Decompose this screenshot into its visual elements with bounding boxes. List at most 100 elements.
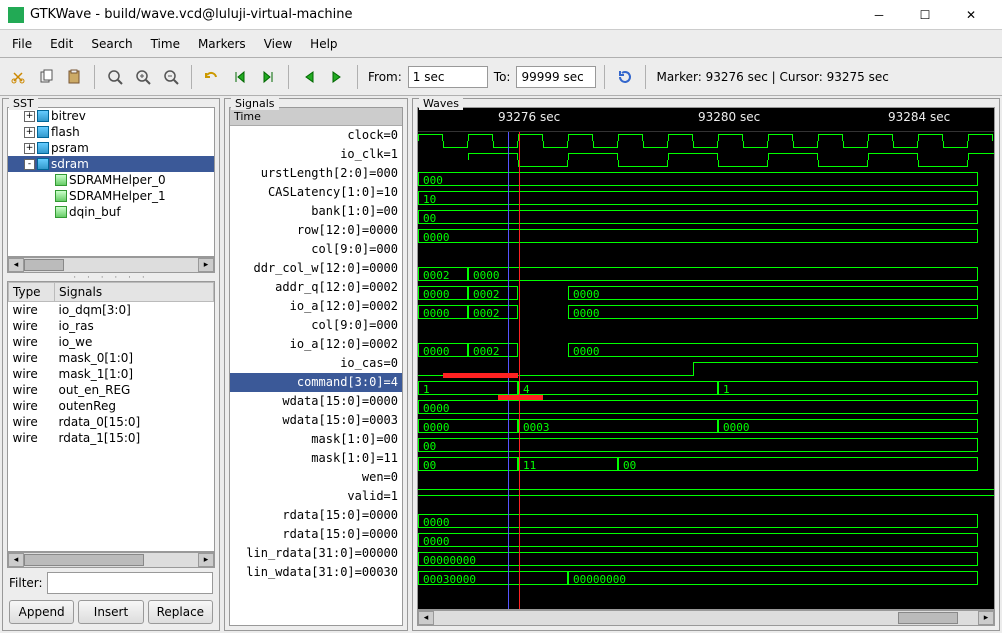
insert-button[interactable]: Insert	[78, 600, 143, 624]
menu-time[interactable]: Time	[143, 33, 188, 55]
signal-row[interactable]: wireout_en_REG	[9, 382, 214, 398]
expander-icon[interactable]: +	[24, 111, 35, 122]
next-edge-icon[interactable]	[325, 65, 349, 89]
signal-item[interactable]: command[3:0]=4	[230, 373, 402, 392]
tree-item-SDRAMHelper_1[interactable]: SDRAMHelper_1	[8, 188, 214, 204]
sash[interactable]: · · · · · ·	[7, 273, 215, 281]
marker-line[interactable]	[519, 132, 520, 609]
cut-icon[interactable]	[6, 65, 30, 89]
signal-item[interactable]: rdata[15:0]=0000	[230, 506, 402, 525]
signal-row[interactable]: wireio_dqm[3:0]	[9, 302, 214, 319]
tree-item-flash[interactable]: +flash	[8, 124, 214, 140]
signal-list[interactable]: Time clock=0io_clk=1urstLength[2:0]=000C…	[229, 107, 403, 626]
signal-item[interactable]: wdata[15:0]=0003	[230, 411, 402, 430]
signal-item[interactable]: valid=1	[230, 487, 402, 506]
seek-end-icon[interactable]	[256, 65, 280, 89]
from-input[interactable]	[408, 66, 488, 88]
menu-file[interactable]: File	[4, 33, 40, 55]
signal-item[interactable]: col[9:0]=000	[230, 316, 402, 335]
wave-track[interactable]: 141	[418, 379, 994, 398]
menu-markers[interactable]: Markers	[190, 33, 254, 55]
signal-item[interactable]: mask[1:0]=11	[230, 449, 402, 468]
wave-track[interactable]: 00	[418, 208, 994, 227]
wave-hscroll[interactable]: ◂▸	[417, 610, 995, 626]
signal-item[interactable]: io_a[12:0]=0002	[230, 297, 402, 316]
typesig-hscroll[interactable]: ◂▸	[7, 552, 215, 568]
signal-row[interactable]: wiremask_0[1:0]	[9, 350, 214, 366]
col-signals[interactable]: Signals	[55, 283, 214, 302]
wave-tracks[interactable]: 0001000000000020000000000020000000000020…	[418, 132, 994, 609]
wave-track[interactable]: 000000020000	[418, 341, 994, 360]
wave-track[interactable]: 00000000	[418, 550, 994, 569]
time-ruler[interactable]: 93276 sec93280 sec93284 sec	[418, 108, 994, 132]
zoom-in-icon[interactable]	[131, 65, 155, 89]
wave-track[interactable]	[418, 151, 994, 170]
tree-item-psram[interactable]: +psram	[8, 140, 214, 156]
wave-track[interactable]	[418, 132, 994, 151]
wave-track[interactable]: 0000	[418, 531, 994, 550]
wave-track[interactable]	[418, 474, 994, 493]
signal-row[interactable]: wirerdata_1[15:0]	[9, 430, 214, 446]
signal-item[interactable]: urstLength[2:0]=000	[230, 164, 402, 183]
hierarchy-tree[interactable]: +bitrev+flash+psram-sdramSDRAMHelper_0SD…	[7, 107, 215, 257]
prev-edge-icon[interactable]	[297, 65, 321, 89]
filter-input[interactable]	[47, 572, 213, 594]
wave-track[interactable]: 00020000	[418, 265, 994, 284]
signal-item[interactable]: lin_rdata[31:0]=00000	[230, 544, 402, 563]
signal-row[interactable]: wirerdata_0[15:0]	[9, 414, 214, 430]
signal-item[interactable]: bank[1:0]=00	[230, 202, 402, 221]
wave-track[interactable]: 001100	[418, 455, 994, 474]
to-input[interactable]	[516, 66, 596, 88]
signal-item[interactable]: row[12:0]=0000	[230, 221, 402, 240]
signal-item[interactable]: wdata[15:0]=0000	[230, 392, 402, 411]
tree-item-dqin_buf[interactable]: dqin_buf	[8, 204, 214, 220]
zoom-out-icon[interactable]	[159, 65, 183, 89]
signal-item[interactable]: col[9:0]=000	[230, 240, 402, 259]
tree-item-sdram[interactable]: -sdram	[8, 156, 214, 172]
paste-icon[interactable]	[62, 65, 86, 89]
copy-icon[interactable]	[34, 65, 58, 89]
signal-item[interactable]: mask[1:0]=00	[230, 430, 402, 449]
wave-track[interactable]: 0000	[418, 398, 994, 417]
wave-track[interactable]	[418, 246, 994, 265]
col-type[interactable]: Type	[9, 283, 55, 302]
wave-area[interactable]: 93276 sec93280 sec93284 sec 000100000000…	[417, 107, 995, 610]
wave-track[interactable]: 000	[418, 170, 994, 189]
expander-icon[interactable]: +	[24, 127, 35, 138]
append-button[interactable]: Append	[9, 600, 74, 624]
tree-item-bitrev[interactable]: +bitrev	[8, 108, 214, 124]
tree-item-SDRAMHelper_0[interactable]: SDRAMHelper_0	[8, 172, 214, 188]
signal-row[interactable]: wireio_we	[9, 334, 214, 350]
wave-track[interactable]: 000000020000	[418, 303, 994, 322]
menu-view[interactable]: View	[256, 33, 300, 55]
signal-item[interactable]: io_clk=1	[230, 145, 402, 164]
expander-icon[interactable]: +	[24, 143, 35, 154]
wave-track[interactable]: 000000030000	[418, 417, 994, 436]
replace-button[interactable]: Replace	[148, 600, 213, 624]
menu-edit[interactable]: Edit	[42, 33, 81, 55]
wave-track[interactable]: 00	[418, 436, 994, 455]
signal-item[interactable]: lin_wdata[31:0]=00030	[230, 563, 402, 582]
menu-search[interactable]: Search	[83, 33, 140, 55]
wave-track[interactable]: 10	[418, 189, 994, 208]
signal-item[interactable]: addr_q[12:0]=0002	[230, 278, 402, 297]
signal-item[interactable]: ddr_col_w[12:0]=0000	[230, 259, 402, 278]
signal-item[interactable]: wen=0	[230, 468, 402, 487]
wave-track[interactable]: 0000	[418, 512, 994, 531]
signal-row[interactable]: wireio_ras	[9, 318, 214, 334]
wave-track[interactable]: 000000020000	[418, 284, 994, 303]
signal-item[interactable]: clock=0	[230, 126, 402, 145]
expander-icon[interactable]: -	[24, 159, 35, 170]
signal-item[interactable]: io_cas=0	[230, 354, 402, 373]
tree-hscroll[interactable]: ◂▸	[7, 257, 215, 273]
signal-item[interactable]: CASLatency[1:0]=10	[230, 183, 402, 202]
wave-track[interactable]	[418, 360, 994, 379]
signal-row[interactable]: wiremask_1[1:0]	[9, 366, 214, 382]
signal-row[interactable]: wireoutenReg	[9, 398, 214, 414]
wave-track[interactable]: 0003000000000000	[418, 569, 994, 588]
cursor-line[interactable]	[508, 132, 509, 609]
maximize-button[interactable]: ☐	[902, 0, 948, 30]
wave-track[interactable]: 0000	[418, 227, 994, 246]
wave-track[interactable]	[418, 322, 994, 341]
reload-icon[interactable]	[613, 65, 637, 89]
